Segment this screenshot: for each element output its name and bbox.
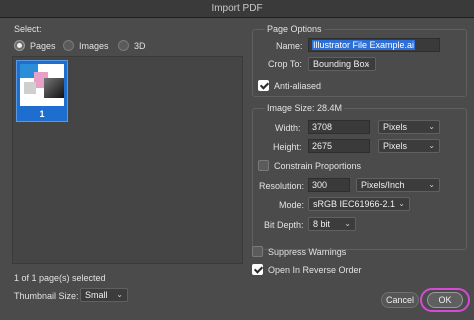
suppress-warnings-label[interactable]: Suppress Warnings (268, 247, 346, 257)
bit-depth-label: Bit Depth: (264, 220, 304, 230)
height-value: 2675 (312, 141, 333, 151)
chevron-down-icon: ⌄ (398, 199, 405, 208)
name-value: Illustrator File Example.ai (312, 40, 416, 50)
selection-status: 1 of 1 page(s) selected (14, 273, 106, 283)
height-label: Height: (273, 142, 302, 152)
thumbnail-size-select[interactable]: Small ⌄ (80, 288, 128, 302)
mode-value: sRGB IEC61966-2.1 (313, 199, 396, 209)
chevron-down-icon: ⌄ (428, 122, 435, 131)
crop-to-select[interactable]: Bounding Box ⌄ (308, 57, 376, 71)
import-pdf-dialog: Select: Pages Images 3D 1 1 of 1 page(s)… (0, 18, 474, 320)
resolution-label: Resolution: (259, 181, 305, 191)
chevron-down-icon: ⌄ (428, 180, 435, 189)
image-size-header: Image Size: 28.4M (265, 103, 345, 113)
chevron-down-icon: ⌄ (428, 141, 435, 150)
page-thumbnail[interactable]: 1 (16, 60, 68, 122)
radio-3d[interactable] (118, 40, 129, 51)
anti-aliased-label[interactable]: Anti-aliased (274, 81, 321, 91)
height-unit-value: Pixels (383, 141, 408, 151)
width-value: 3708 (312, 122, 333, 132)
suppress-warnings-checkbox[interactable] (252, 246, 263, 257)
chevron-down-icon: ⌄ (364, 59, 371, 68)
resolution-value: 300 (312, 180, 328, 190)
resolution-field[interactable]: 300 (308, 178, 350, 192)
width-unit-select[interactable]: Pixels ⌄ (378, 120, 440, 134)
radio-pages-label[interactable]: Pages (30, 41, 56, 51)
height-unit-select[interactable]: Pixels ⌄ (378, 139, 440, 153)
width-label: Width: (275, 123, 301, 133)
name-field[interactable]: Illustrator File Example.ai (308, 38, 440, 52)
thumbnail-preview (20, 64, 64, 106)
thumbnail-size-label: Thumbnail Size: (14, 291, 79, 301)
mode-select[interactable]: sRGB IEC61966-2.1 ⌄ (308, 197, 410, 211)
constrain-proportions-checkbox[interactable] (258, 160, 269, 171)
page-number: 1 (39, 109, 45, 119)
resolution-unit-value: Pixels/Inch (361, 180, 405, 190)
resolution-unit-select[interactable]: Pixels/Inch ⌄ (356, 178, 440, 192)
chevron-down-icon: ⌄ (116, 290, 123, 299)
radio-images-label[interactable]: Images (79, 41, 109, 51)
radio-3d-label[interactable]: 3D (134, 41, 146, 51)
radio-images[interactable] (63, 40, 74, 51)
mode-label: Mode: (279, 200, 305, 210)
cancel-button[interactable]: Cancel (381, 292, 419, 308)
ok-button[interactable]: OK (427, 292, 463, 308)
reverse-order-label[interactable]: Open In Reverse Order (268, 265, 362, 275)
thumbnail-size-value: Small (85, 290, 108, 300)
anti-aliased-checkbox[interactable] (258, 80, 269, 91)
reverse-order-checkbox[interactable] (252, 264, 263, 275)
crop-to-label: Crop To: (268, 59, 302, 69)
crop-to-value: Bounding Box (313, 59, 370, 69)
page-options-header: Page Options (265, 24, 324, 34)
width-unit-value: Pixels (383, 122, 408, 132)
height-field[interactable]: 2675 (308, 139, 370, 153)
name-label: Name: (276, 41, 303, 51)
title-bar: Import PDF (0, 0, 474, 18)
width-field[interactable]: 3708 (308, 120, 370, 134)
bit-depth-value: 8 bit (313, 219, 331, 229)
page-thumbnails-panel: 1 (12, 56, 243, 264)
chevron-down-icon: ⌄ (344, 219, 351, 228)
constrain-proportions-label[interactable]: Constrain Proportions (274, 161, 361, 171)
radio-pages[interactable] (14, 40, 25, 51)
bit-depth-select[interactable]: 8 bit ⌄ (308, 217, 356, 231)
select-label: Select: (14, 24, 42, 34)
window-title: Import PDF (211, 3, 263, 14)
